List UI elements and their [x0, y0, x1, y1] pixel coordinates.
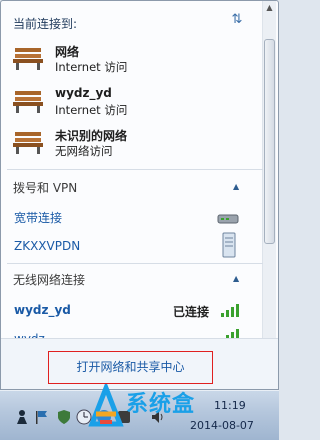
network-item[interactable]: wydz_yd Internet 访问	[9, 84, 249, 122]
scrollbar[interactable]: ▲ ▼	[262, 1, 276, 389]
collapse-arrow-icon[interactable]: ▲	[233, 274, 239, 283]
dialup-vpn-header: 拨号和 VPN	[13, 181, 78, 195]
modem-icon	[217, 214, 239, 224]
bench-network-icon	[13, 132, 43, 154]
watermark-text: 系统盒	[126, 392, 196, 417]
vpn-connection-link[interactable]: ZKXXVPDN	[14, 239, 80, 253]
vpn-server-icon	[222, 232, 236, 258]
connected-to-label: 当前连接到:	[13, 17, 78, 31]
network-name: wydz_yd	[55, 86, 112, 100]
network-name: 网络	[55, 45, 80, 59]
watermark: 系统盒	[86, 380, 196, 436]
taskbar-date[interactable]: 2014-08-07	[190, 419, 254, 432]
refresh-icon[interactable]: ⇅	[229, 11, 245, 29]
wireless-header: 无线网络连接	[13, 273, 86, 287]
network-flyout: 当前连接到: ⇅ ▲ ▼ 网络 Internet 访问 wydz_yd Inte…	[0, 0, 279, 390]
broadband-connection-link[interactable]: 宽带连接	[14, 209, 62, 226]
divider	[7, 169, 263, 170]
wireless-network-wydz-yd[interactable]: wydz_yd	[14, 303, 71, 317]
wifi-signal-icon	[221, 301, 243, 317]
network-item[interactable]: 未识别的网络 无网络访问	[9, 125, 249, 163]
bench-network-icon	[13, 48, 43, 70]
collapse-arrow-icon[interactable]: ▲	[233, 182, 239, 191]
network-status: 无网络访问	[55, 144, 113, 158]
bench-network-icon	[13, 91, 43, 113]
network-status: Internet 访问	[55, 103, 128, 117]
network-status: Internet 访问	[55, 60, 128, 74]
network-item[interactable]: 网络 Internet 访问	[9, 41, 249, 79]
watermark-logo-icon	[88, 384, 124, 427]
shield-icon[interactable]	[56, 409, 72, 425]
network-name: 未识别的网络	[55, 129, 128, 143]
taskbar-time[interactable]: 11:19	[214, 399, 246, 412]
scrollbar-thumb[interactable]	[264, 39, 275, 244]
divider	[7, 263, 263, 264]
person-icon[interactable]	[14, 409, 30, 425]
connected-status: 已连接	[173, 305, 210, 319]
flag-icon[interactable]	[34, 409, 50, 425]
scroll-up-arrow[interactable]: ▲	[263, 1, 276, 15]
